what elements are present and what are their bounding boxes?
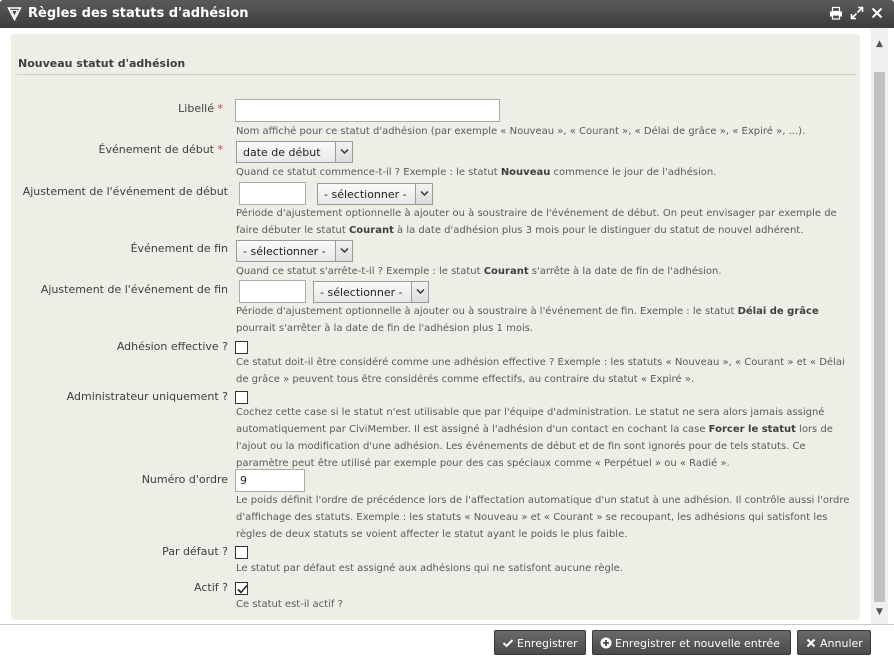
end-adjust-help-bold: Délai de grâce bbox=[737, 306, 819, 317]
dialog-title: Règles des statuts d'adhésion bbox=[28, 6, 249, 21]
start-adjust-unit-value: - sélectionner - bbox=[324, 188, 407, 201]
start-adjust-input[interactable] bbox=[239, 182, 306, 205]
check-icon bbox=[502, 639, 514, 648]
weight-input[interactable] bbox=[235, 469, 305, 492]
start-adjust-help: Période d'ajustement optionnelle à ajout… bbox=[236, 205, 856, 239]
end-adjust-unit-select[interactable]: - sélectionner - bbox=[313, 281, 429, 303]
admin-only-help-bold: Forcer le statut bbox=[708, 424, 796, 435]
plus-circle-icon bbox=[600, 637, 612, 649]
scroll-up-icon[interactable]: ▲ bbox=[871, 36, 888, 52]
print-icon[interactable] bbox=[829, 6, 843, 20]
end-adjust-label: Ajustement de l'événement de fin bbox=[40, 283, 228, 296]
start-event-value: date de début bbox=[243, 146, 321, 159]
chevron-down-icon[interactable] bbox=[411, 282, 428, 302]
is-default-checkbox[interactable] bbox=[235, 546, 248, 559]
maximize-icon[interactable] bbox=[850, 6, 864, 20]
libelle-label-text: Libellé bbox=[178, 102, 214, 115]
end-adjust-help: Période d'ajustement optionnelle à ajout… bbox=[236, 303, 856, 337]
required-marker: * bbox=[217, 102, 224, 115]
scroll-down-icon[interactable]: ▼ bbox=[871, 604, 888, 620]
is-default-label: Par défaut ? bbox=[162, 545, 228, 558]
scrollbar-thumb[interactable] bbox=[874, 72, 885, 602]
close-icon bbox=[806, 638, 816, 648]
save-button-label: Enregistrer bbox=[517, 637, 578, 650]
weight-help: Le poids définit l'ordre de précédence l… bbox=[236, 495, 850, 540]
dialog-titlebar: Règles des statuts d'adhésion bbox=[0, 0, 894, 28]
is-active-label: Actif ? bbox=[194, 581, 228, 594]
end-event-value: - sélectionner - bbox=[243, 245, 326, 258]
end-adjust-help-pre: Période d'ajustement optionnelle à ajout… bbox=[236, 306, 738, 317]
start-event-label-text: Événement de début bbox=[98, 143, 215, 156]
chevron-down-icon[interactable] bbox=[415, 184, 432, 204]
end-adjust-help-post: pourrait s'arrêter à la date de fin de l… bbox=[236, 323, 534, 334]
checkmark-icon bbox=[237, 584, 248, 594]
end-adjust-unit-value: - sélectionner - bbox=[320, 286, 403, 299]
save-and-new-button[interactable]: Enregistrer et nouvelle entrée bbox=[592, 630, 791, 655]
admin-only-help: Cochez cette case si le statut n'est uti… bbox=[236, 404, 856, 472]
is-current-checkbox[interactable] bbox=[235, 341, 248, 354]
start-adjust-unit-select[interactable]: - sélectionner - bbox=[317, 183, 433, 205]
close-icon[interactable] bbox=[870, 6, 884, 20]
end-event-help: Quand ce statut s'arrête-t-il ? Exemple … bbox=[236, 263, 856, 280]
start-event-select[interactable]: date de début bbox=[236, 141, 353, 163]
end-event-help-bold: Courant bbox=[483, 266, 529, 277]
end-event-label: Événement de fin bbox=[130, 242, 228, 255]
is-active-help: Ce statut est-il actif ? bbox=[236, 599, 343, 610]
is-current-label: Adhésion effective ? bbox=[116, 340, 228, 353]
required-marker: * bbox=[217, 143, 224, 156]
legend-divider bbox=[17, 74, 857, 75]
end-event-help-pre: Quand ce statut s'arrête-t-il ? Exemple … bbox=[236, 266, 484, 277]
chevron-down-icon[interactable] bbox=[335, 241, 352, 261]
is-active-checkbox[interactable] bbox=[235, 582, 248, 595]
weight-label: Numéro d'ordre bbox=[141, 473, 228, 486]
content-scrollbar[interactable]: ▲ ▼ bbox=[871, 28, 888, 624]
save-and-new-button-label: Enregistrer et nouvelle entrée bbox=[615, 637, 780, 650]
libelle-help: Nom affiché pour ce statut d'adhésion (p… bbox=[236, 126, 806, 137]
fieldset-legend: Nouveau statut d'adhésion bbox=[18, 57, 186, 70]
start-adjust-label: Ajustement de l'événement de début bbox=[22, 185, 228, 198]
admin-only-checkbox[interactable] bbox=[235, 391, 248, 404]
libelle-label: Libellé * bbox=[178, 102, 223, 115]
start-adjust-help-post: à la date d'adhésion plus 3 mois pour le… bbox=[393, 225, 804, 236]
start-event-help-post: commence le jour de l'adhésion. bbox=[550, 167, 717, 178]
end-event-select[interactable]: - sélectionner - bbox=[236, 240, 353, 262]
start-event-help-pre: Quand ce statut commence-t-il ? Exemple … bbox=[236, 167, 501, 178]
cancel-button[interactable]: Annuler bbox=[797, 630, 871, 655]
start-event-help-bold: Nouveau bbox=[500, 167, 551, 178]
is-default-help: Le statut par défaut est assigné aux adh… bbox=[236, 563, 623, 574]
admin-only-label: Administrateur uniquement ? bbox=[66, 390, 228, 403]
end-event-help-post: s'arrête à la date de fin de l'adhésion. bbox=[528, 266, 722, 277]
start-event-label: Événement de début * bbox=[99, 143, 224, 156]
is-current-help: Ce statut doit-il être considéré comme u… bbox=[236, 357, 845, 385]
end-adjust-input[interactable] bbox=[239, 280, 306, 303]
libelle-input[interactable] bbox=[235, 99, 500, 122]
start-adjust-help-bold: Courant bbox=[348, 225, 394, 236]
civicrm-logo-icon bbox=[7, 7, 22, 21]
chevron-down-icon[interactable] bbox=[335, 142, 352, 162]
cancel-button-label: Annuler bbox=[820, 637, 863, 650]
save-button[interactable]: Enregistrer bbox=[494, 630, 586, 655]
start-event-help: Quand ce statut commence-t-il ? Exemple … bbox=[236, 164, 856, 181]
